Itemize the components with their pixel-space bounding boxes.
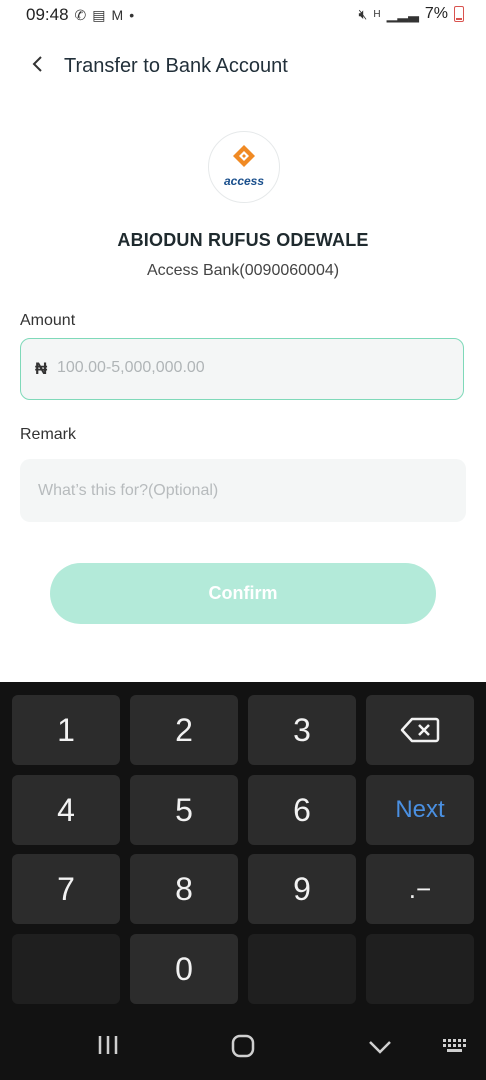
bank-logo-text: access xyxy=(223,174,265,188)
recents-icon[interactable] xyxy=(96,1034,120,1063)
backspace-icon xyxy=(400,717,440,743)
numeric-keyboard: 1 2 3 4 5 6 Next 7 8 9 .− 0 xyxy=(0,682,486,1016)
key-9[interactable]: 9 xyxy=(248,854,356,924)
amount-field[interactable]: ₦ xyxy=(20,338,464,400)
confirm-button[interactable]: Confirm xyxy=(50,563,436,624)
network-h-icon: H xyxy=(373,8,381,20)
home-icon[interactable] xyxy=(231,1034,255,1065)
access-bank-logo-icon xyxy=(233,145,255,167)
system-navigation-bar xyxy=(0,1016,486,1080)
key-5[interactable]: 5 xyxy=(130,775,238,845)
key-1[interactable]: 1 xyxy=(12,695,120,765)
backspace-key[interactable] xyxy=(366,695,474,765)
empty-key-left xyxy=(12,934,120,1004)
remark-field[interactable] xyxy=(20,459,466,522)
key-4[interactable]: 4 xyxy=(12,775,120,845)
key-7[interactable]: 7 xyxy=(12,854,120,924)
remark-input[interactable] xyxy=(36,481,450,501)
signal-icon: ▁▂▃ xyxy=(386,5,419,22)
account-name: ABIODUN RUFUS ODEWALE xyxy=(117,230,369,250)
key-8[interactable]: 8 xyxy=(130,854,238,924)
status-bar-left: 09:48 ✆ ▤ M • xyxy=(26,5,134,25)
empty-key-middle xyxy=(248,934,356,1004)
gmail-icon: M xyxy=(111,7,124,23)
chevron-left-icon[interactable] xyxy=(30,54,44,80)
remark-label: Remark xyxy=(20,426,77,443)
mute-icon: 🔇︎ xyxy=(358,5,368,22)
dot-icon: • xyxy=(129,7,135,23)
key-3[interactable]: 3 xyxy=(248,695,356,765)
message-icon: ▤ xyxy=(92,6,106,23)
page-title: Transfer to Bank Account xyxy=(64,55,288,77)
battery-icon xyxy=(454,6,464,22)
bank-logo: access xyxy=(208,131,280,203)
status-bar-right: 🔇︎ H ▁▂▃ 7% xyxy=(358,5,464,23)
bank-account-details: Access Bank(0090060004) xyxy=(146,262,340,279)
battery-percent: 7% xyxy=(424,5,448,22)
key-6[interactable]: 6 xyxy=(248,775,356,845)
dot-dash-key[interactable]: .− xyxy=(366,854,474,924)
amount-label: Amount xyxy=(20,312,76,329)
naira-symbol: ₦ xyxy=(35,359,48,378)
empty-key-right xyxy=(366,934,474,1004)
key-0[interactable]: 0 xyxy=(130,934,238,1004)
next-key[interactable]: Next xyxy=(366,775,474,845)
phone-icon: ✆ xyxy=(74,6,87,23)
page-header: Transfer to Bank Account xyxy=(0,44,486,88)
keyboard-icon[interactable] xyxy=(442,1034,468,1062)
status-time: 09:48 xyxy=(26,5,69,24)
key-2[interactable]: 2 xyxy=(130,695,238,765)
status-bar: 09:48 ✆ ▤ M • 🔇︎ H ▁▂▃ 7% xyxy=(0,0,486,30)
chevron-down-icon[interactable] xyxy=(368,1034,392,1062)
amount-input[interactable] xyxy=(55,358,439,378)
